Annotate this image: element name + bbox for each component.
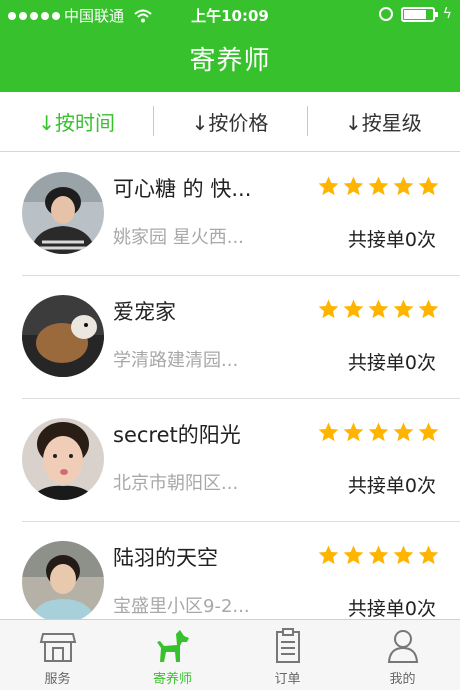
star-icon xyxy=(318,176,339,196)
tab-bar: 服务 寄养师 订单 我的 xyxy=(0,619,460,690)
tab-orders[interactable]: 订单 xyxy=(230,620,345,690)
order-count: 共接单0次 xyxy=(347,475,436,497)
tab-label: 我的 xyxy=(389,672,416,687)
star-rating xyxy=(317,544,440,567)
sitter-address: 学清路建清园... xyxy=(113,350,239,371)
star-icon xyxy=(368,299,389,319)
order-count: 共接单0次 xyxy=(347,229,436,251)
battery-icon xyxy=(400,6,438,22)
sitter-name: 陆羽的天空 xyxy=(113,546,218,570)
star-icon xyxy=(343,176,364,196)
star-icon xyxy=(393,422,414,442)
tab-label: 订单 xyxy=(274,672,301,687)
sort-bar: ↓按时间 ↓按价格 ↓按星级 xyxy=(0,92,460,152)
star-icon xyxy=(393,545,414,565)
star-icon xyxy=(343,422,364,442)
star-icon xyxy=(418,299,439,319)
top-bar: 中国联通 上午10:09 ϟ 寄养师 xyxy=(0,0,460,92)
avatar xyxy=(22,418,104,500)
star-icon xyxy=(318,545,339,565)
star-icon xyxy=(418,176,439,196)
rotation-lock-icon xyxy=(378,7,393,21)
sitter-name: 可心糖 的 快... xyxy=(113,177,252,201)
star-rating xyxy=(317,175,440,198)
sitter-row[interactable]: 陆羽的天空宝盛里小区9-2... 共接单0次 xyxy=(0,522,460,619)
star-icon xyxy=(393,176,414,196)
page-title: 寄养师 xyxy=(189,46,271,76)
star-icon xyxy=(418,545,439,565)
tab-mine[interactable]: 我的 xyxy=(345,620,460,690)
avatar xyxy=(22,541,104,619)
order-count: 共接单0次 xyxy=(347,352,436,374)
sitter-name: secret的阳光 xyxy=(113,423,241,447)
sitter-row[interactable]: 爱宠家学清路建清园... 共接单0次 xyxy=(0,276,460,399)
avatar xyxy=(22,172,104,254)
tab-service[interactable]: 服务 xyxy=(0,620,115,690)
sitter-name: 爱宠家 xyxy=(113,300,176,324)
dog-icon xyxy=(154,628,192,664)
star-icon xyxy=(368,422,389,442)
star-icon xyxy=(343,545,364,565)
clipboard-icon xyxy=(269,628,307,664)
star-rating xyxy=(317,421,440,444)
tab-label: 寄养师 xyxy=(152,672,192,687)
sort-by-price-tab[interactable]: ↓按价格 xyxy=(153,92,306,151)
star-icon xyxy=(368,545,389,565)
sort-by-rating-tab[interactable]: ↓按星级 xyxy=(306,92,460,151)
star-rating xyxy=(317,298,440,321)
star-icon xyxy=(393,299,414,319)
store-icon xyxy=(39,628,77,664)
order-count: 共接单0次 xyxy=(347,598,436,619)
sitter-list: 可心糖 的 快... 姚家园 星火西... 共接单0次 爱宠家 学清路建清园... 共接单… xyxy=(0,153,460,619)
charging-icon: ϟ xyxy=(442,6,452,22)
sitter-address: 宝盛里小区9-2... xyxy=(113,596,250,617)
person-icon xyxy=(384,628,422,664)
sitter-row[interactable]: 可心糖 的 快... 姚家园 星火西... 共接单0次 xyxy=(0,153,460,276)
status-bar: 中国联通 上午10:09 ϟ xyxy=(0,0,460,30)
status-right-group: ϟ xyxy=(378,6,452,22)
sitter-row[interactable]: secret的阳光 北京市朝阳区... 共接单0次 xyxy=(0,399,460,522)
star-icon xyxy=(318,299,339,319)
star-icon xyxy=(418,422,439,442)
avatar xyxy=(22,295,104,377)
sort-by-time-tab[interactable]: ↓按时间 xyxy=(0,92,153,151)
star-icon xyxy=(368,176,389,196)
sitter-address: 姚家园 星火西... xyxy=(113,227,244,248)
star-icon xyxy=(343,299,364,319)
sitter-address: 北京市朝阳区... xyxy=(113,473,239,494)
tab-label: 服务 xyxy=(44,672,71,687)
star-icon xyxy=(318,422,339,442)
tab-sitter[interactable]: 寄养师 xyxy=(115,620,230,690)
